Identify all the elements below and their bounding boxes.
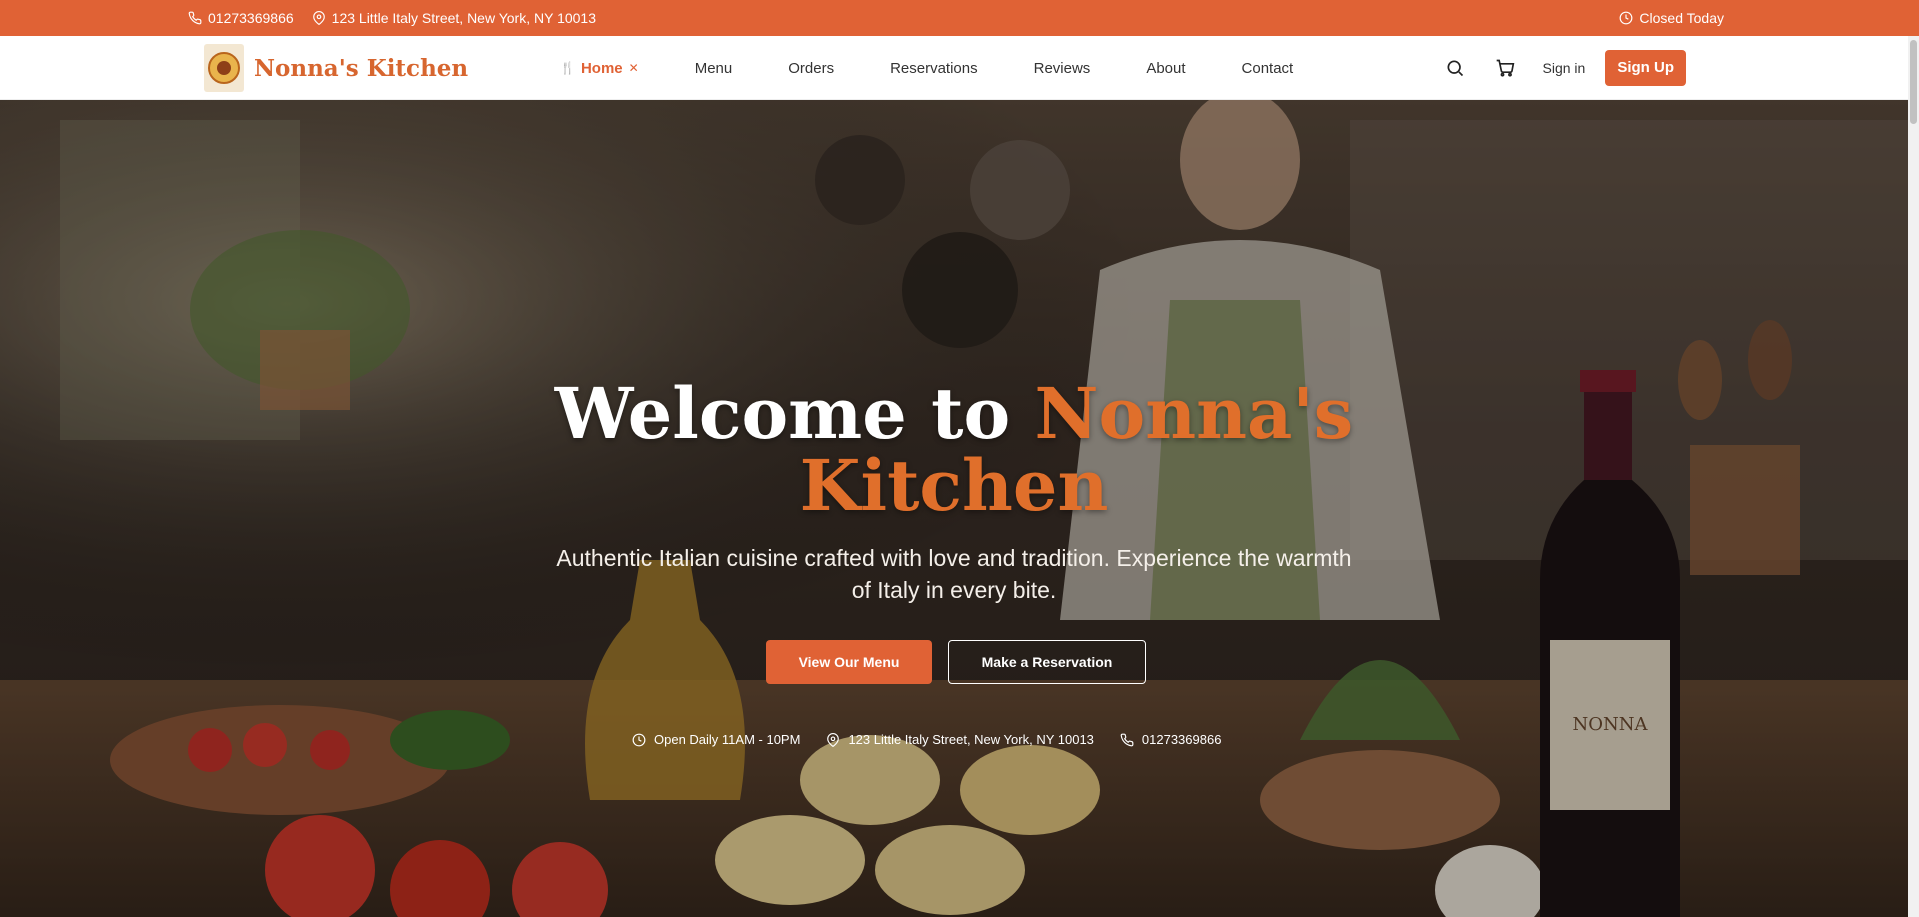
hero-title-white: Welcome to (554, 372, 1011, 455)
nav-contact-label: Contact (1241, 59, 1294, 77)
map-pin-icon (827, 732, 840, 747)
topbar-status: Closed Today (1619, 10, 1724, 26)
hero-title: Welcome to Nonna's Kitchen (0, 378, 1908, 522)
site-header: Nonna's Kitchen 🍴 Home ✕ Menu Orders Res… (0, 36, 1908, 100)
nav-orders-label: Orders (788, 59, 835, 77)
make-reservation-button[interactable]: Make a Reservation (948, 640, 1146, 684)
phone-icon (188, 11, 202, 25)
hero-title-accent-1: Nonna's (1034, 372, 1354, 455)
nav-item-about[interactable]: About (1146, 60, 1185, 77)
nav-home-label: Home (580, 59, 623, 77)
brand-name: Nonna's Kitchen (254, 54, 469, 82)
page-scrollbar[interactable] (1908, 36, 1919, 917)
clock-icon (1620, 11, 1633, 25)
nav-item-orders[interactable]: Orders (788, 60, 834, 77)
fork-knife-icon: 🍴 (560, 61, 575, 75)
topbar-address: 123 Little Italy Street, New York, NY 10… (312, 10, 596, 26)
search-icon (1447, 60, 1463, 77)
hero-title-accent-2: Kitchen (799, 444, 1109, 527)
hero-subtitle: Authentic Italian cuisine crafted with l… (556, 545, 1352, 603)
map-pin-icon (312, 11, 325, 25)
hero-phone-text: 01273369866 (1141, 732, 1222, 747)
nav-about-label: About (1146, 59, 1186, 77)
logo-link[interactable]: Nonna's Kitchen (204, 44, 468, 92)
nav-item-menu[interactable]: Menu (695, 60, 733, 77)
hero-content: Welcome to Nonna's Kitchen Authentic Ita… (0, 100, 1908, 917)
clock-icon (632, 733, 646, 746)
nav-item-reservations[interactable]: Reservations (890, 60, 978, 77)
nav-item-contact[interactable]: Contact (1242, 60, 1294, 77)
sign-up-button[interactable]: Sign Up (1605, 50, 1686, 86)
hero-section: NONNA Welcome to Nonna's Kitchen Authent… (0, 100, 1908, 917)
view-menu-button[interactable]: View Our Menu (766, 640, 932, 684)
logo-emblem (208, 52, 240, 84)
scrollbar-thumb[interactable] (1910, 40, 1917, 124)
hero-buttons: View Our Menu Make a Reservation (766, 640, 1146, 684)
sign-in-link[interactable]: Sign in (1543, 60, 1586, 76)
hero-address: 123 Little Italy Street, New York, NY 10… (826, 732, 1094, 747)
utensils-cross-icon: ✕ (628, 61, 639, 75)
topbar-status-text: Closed Today (1639, 10, 1724, 26)
nav-menu-label: Menu (694, 59, 733, 77)
hero-phone[interactable]: 01273369866 (1120, 732, 1222, 747)
cart-button[interactable] (1487, 50, 1523, 86)
top-info-right: Closed Today (1619, 0, 1724, 36)
top-info-bar: 01273369866 123 Little Italy Street, New… (0, 0, 1919, 36)
logo-badge (204, 44, 244, 92)
main-nav: 🍴 Home ✕ Menu Orders Reservations Review… (560, 36, 1349, 100)
search-button[interactable] (1437, 50, 1473, 86)
phone-icon (1120, 733, 1134, 746)
topbar-phone[interactable]: 01273369866 (188, 10, 294, 26)
header-actions: Sign in Sign Up (1437, 50, 1686, 86)
hero-info-row: Open Daily 11AM - 10PM 123 Little Italy … (632, 732, 1221, 747)
topbar-address-text: 123 Little Italy Street, New York, NY 10… (331, 10, 597, 26)
nav-item-home[interactable]: 🍴 Home ✕ (560, 60, 639, 77)
cart-icon (1496, 59, 1514, 77)
hero-hours-text: Open Daily 11AM - 10PM (654, 732, 801, 747)
topbar-phone-text: 01273369866 (208, 10, 294, 26)
top-info-left: 01273369866 123 Little Italy Street, New… (188, 0, 596, 36)
hero-address-text: 123 Little Italy Street, New York, NY 10… (848, 732, 1094, 747)
nav-reservations-label: Reservations (890, 59, 978, 77)
hero-hours: Open Daily 11AM - 10PM (632, 732, 800, 747)
nav-item-reviews[interactable]: Reviews (1034, 60, 1091, 77)
nav-reviews-label: Reviews (1033, 59, 1091, 77)
